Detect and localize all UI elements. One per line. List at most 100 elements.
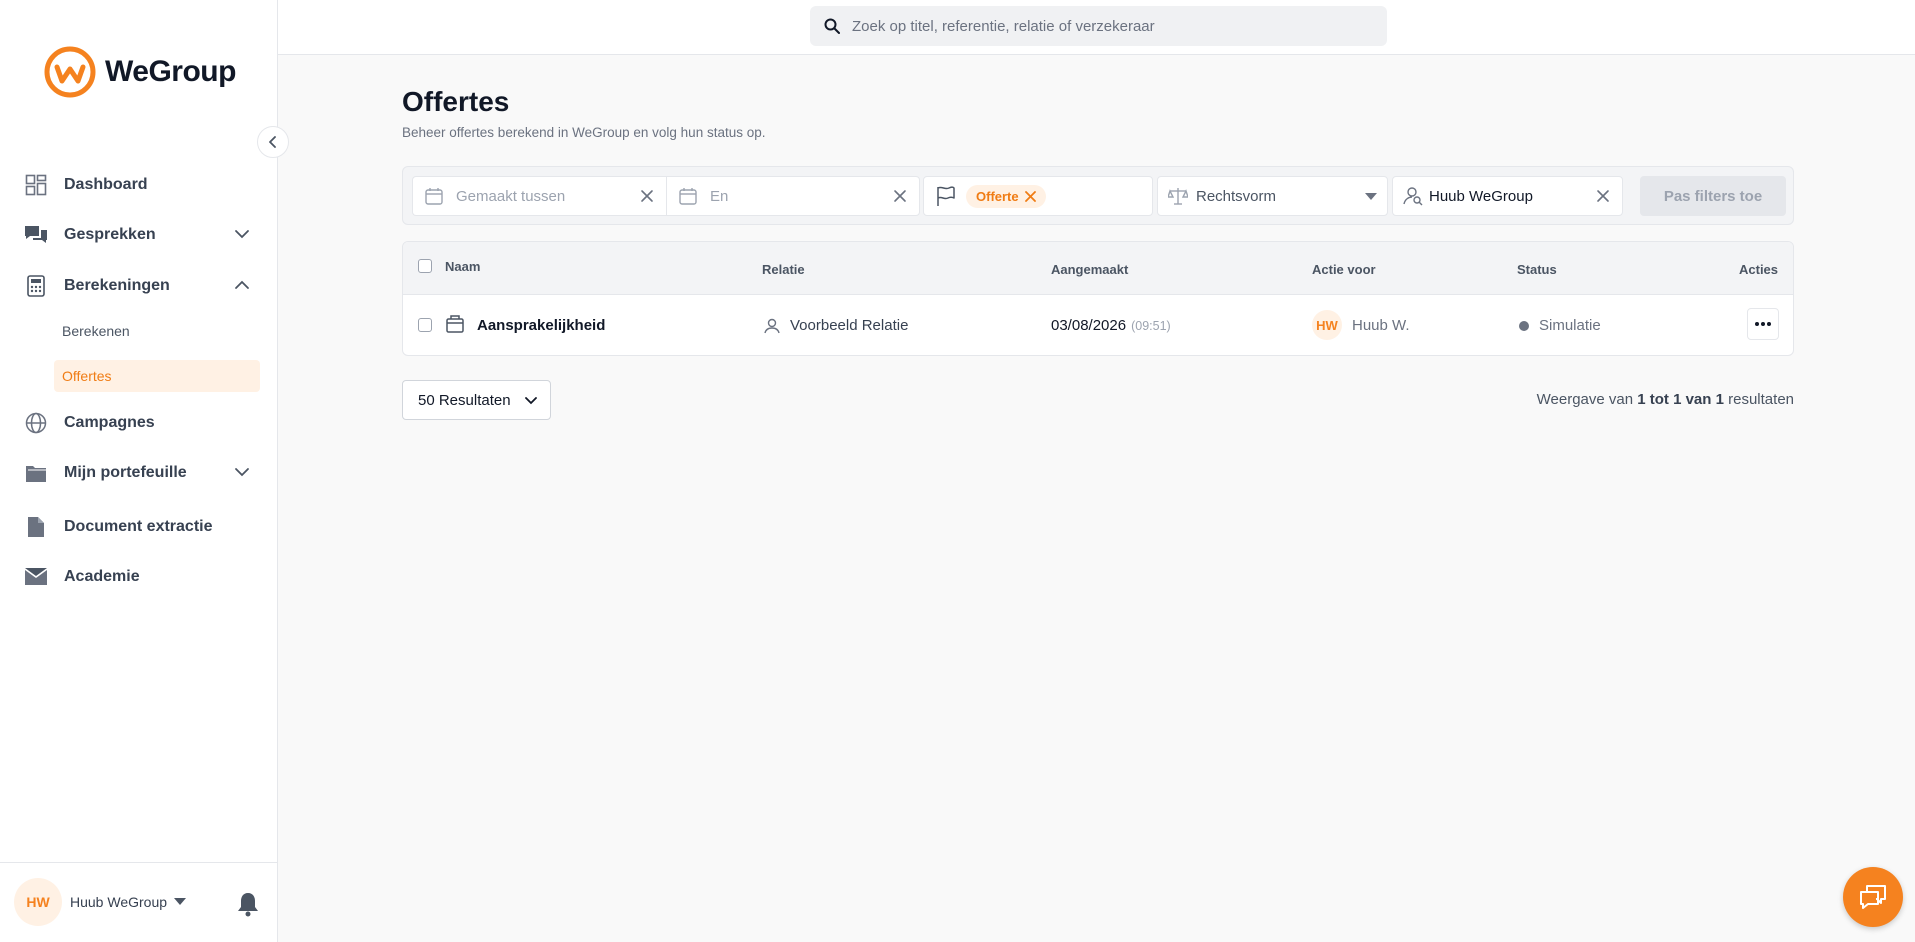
sidebar-item-campagnes[interactable]: Campagnes <box>24 406 260 440</box>
sidebar-item-label: Dashboard <box>64 176 148 193</box>
assignee-value: Huub WeGroup <box>1429 187 1533 205</box>
sidebar-item-label: Gesprekken <box>64 226 156 243</box>
chat-bubbles-icon <box>1860 885 1886 909</box>
end-date-placeholder: En <box>710 187 729 205</box>
row-assignee: HW Huub W. <box>1312 310 1410 340</box>
clear-icon[interactable] <box>640 189 654 203</box>
status-filter[interactable]: Offerte <box>923 176 1153 216</box>
globe-icon <box>24 411 48 435</box>
quotes-table: Naam Relatie Aangemaakt Actie voor Statu… <box>402 241 1794 356</box>
column-header-status[interactable]: Status <box>1517 262 1557 277</box>
collapse-sidebar-button[interactable] <box>257 126 289 158</box>
sidebar-item-academie[interactable]: Academie <box>24 560 260 594</box>
sidebar-item-label: Campagnes <box>64 414 155 431</box>
sidebar: WeGroup Dashboard Gesprekken Berekeninge… <box>0 0 289 942</box>
sidebar-item-dashboard[interactable]: Dashboard <box>24 168 260 202</box>
created-between-placeholder: Gemaakt tussen <box>456 187 566 205</box>
calendar-icon <box>425 188 443 205</box>
chevron-down-icon <box>525 397 537 405</box>
user-avatar[interactable]: HW <box>14 878 62 926</box>
chevron-left-icon <box>269 136 276 148</box>
status-label: Simulatie <box>1539 317 1601 334</box>
user-search-icon <box>1403 187 1423 206</box>
sidebar-item-mijn-portefeuille[interactable]: Mijn portefeuille <box>24 456 260 490</box>
select-all-checkbox[interactable] <box>418 259 432 273</box>
caret-down-icon <box>1365 193 1377 200</box>
clear-icon[interactable] <box>1596 189 1610 203</box>
row-checkbox[interactable] <box>418 318 432 332</box>
page-title: Offertes <box>402 86 510 117</box>
sidebar-item-label: Document extractie <box>64 518 213 535</box>
legal-form-select[interactable]: Rechtsvorm <box>1157 176 1388 216</box>
row-created-time: (09:51) <box>1131 318 1171 333</box>
academy-icon <box>24 565 48 589</box>
search-icon <box>824 18 840 34</box>
status-tag: Offerte <box>966 184 1046 208</box>
row-relation-name: Voorbeeld Relatie <box>790 317 909 334</box>
assignee-avatar: HW <box>1312 310 1342 340</box>
page-subtitle: Beheer offertes berekend in WeGroup en v… <box>402 125 766 140</box>
legal-form-placeholder: Rechtsvorm <box>1196 187 1277 205</box>
user-menu-name[interactable]: Huub WeGroup <box>70 894 167 910</box>
scale-icon <box>1168 188 1188 205</box>
chevron-down-icon <box>235 468 249 477</box>
search-input[interactable]: Zoek op titel, referentie, relatie of ve… <box>810 6 1387 46</box>
wegroup-logo-icon <box>44 46 96 98</box>
product-icon <box>446 315 464 333</box>
apply-filters-button[interactable]: Pas filters toe <box>1640 176 1786 216</box>
calculator-icon <box>24 274 48 298</box>
document-icon <box>24 515 48 539</box>
sidebar-subitem-berekenen[interactable]: Berekenen <box>54 315 260 347</box>
sidebar-item-label: Academie <box>64 568 140 585</box>
status-tag-label: Offerte <box>976 188 1019 204</box>
remove-tag-icon[interactable] <box>1024 190 1036 202</box>
support-chat-button[interactable] <box>1843 867 1903 927</box>
person-icon <box>764 318 780 333</box>
filter-bar: Gemaakt tussen En Offerte Rechtsvorm Huu… <box>402 166 1794 225</box>
sidebar-item-label: Berekeningen <box>64 277 170 294</box>
sidebar-item-berekeningen[interactable]: Berekeningen <box>24 269 260 303</box>
sidebar-item-gesprekken[interactable]: Gesprekken <box>24 218 260 252</box>
row-relation[interactable]: Voorbeeld Relatie <box>764 317 908 334</box>
topbar: Zoek op titel, referentie, relatie of ve… <box>278 0 1915 55</box>
assignee-name: Huub W. <box>1352 316 1410 334</box>
table-header: Naam Relatie Aangemaakt Actie voor Statu… <box>403 242 1793 295</box>
chat-icon <box>24 223 48 247</box>
chevron-up-icon <box>235 280 249 289</box>
table-row[interactable]: Aansprakelijkheid Voorbeeld Relatie 03/0… <box>403 295 1793 355</box>
sidebar-subitem-label: Offertes <box>62 368 112 384</box>
column-header-relatie[interactable]: Relatie <box>762 262 805 277</box>
sidebar-item-document-extractie[interactable]: Document extractie <box>24 510 260 544</box>
created-end-filter[interactable]: En <box>666 176 920 216</box>
status-dot <box>1519 320 1529 331</box>
sidebar-subitem-offertes[interactable]: Offertes <box>54 360 260 392</box>
row-status: Simulatie <box>1519 317 1601 334</box>
summary-range: 1 tot 1 van 1 <box>1637 391 1724 408</box>
column-header-acties: Acties <box>1739 262 1779 277</box>
clear-icon[interactable] <box>893 189 907 203</box>
row-name[interactable]: Aansprakelijkheid <box>477 317 605 334</box>
flag-icon <box>937 186 955 206</box>
row-created-date: 03/08/2026 <box>1051 317 1127 334</box>
column-header-aangemaakt[interactable]: Aangemaakt <box>1051 262 1128 277</box>
summary-prefix: Weergave van <box>1536 391 1634 408</box>
page-size-select[interactable]: 50 Resultaten <box>402 380 551 420</box>
bell-icon[interactable] <box>236 891 260 917</box>
chevron-down-icon <box>235 230 249 239</box>
caret-down-icon[interactable] <box>174 898 186 906</box>
summary-suffix: resultaten <box>1728 391 1794 408</box>
page-size-label: 50 Resultaten <box>418 391 511 409</box>
assignee-filter[interactable]: Huub WeGroup <box>1392 176 1623 216</box>
brand-name: WeGroup <box>105 55 236 88</box>
wegroup-logo[interactable]: WeGroup <box>43 45 236 99</box>
user-footer: HW Huub WeGroup <box>0 862 278 942</box>
folder-icon <box>24 461 48 485</box>
row-actions-button[interactable] <box>1747 308 1779 340</box>
column-header-actie-voor[interactable]: Actie voor <box>1312 262 1376 277</box>
calendar-icon <box>679 188 697 205</box>
search-placeholder: Zoek op titel, referentie, relatie of ve… <box>852 17 1155 35</box>
sidebar-item-label: Mijn portefeuille <box>64 464 187 481</box>
column-header-naam[interactable]: Naam <box>445 259 480 274</box>
results-summary: Weergave van 1 tot 1 van 1 resultaten <box>1537 391 1794 408</box>
created-between-filter[interactable]: Gemaakt tussen <box>412 176 666 216</box>
